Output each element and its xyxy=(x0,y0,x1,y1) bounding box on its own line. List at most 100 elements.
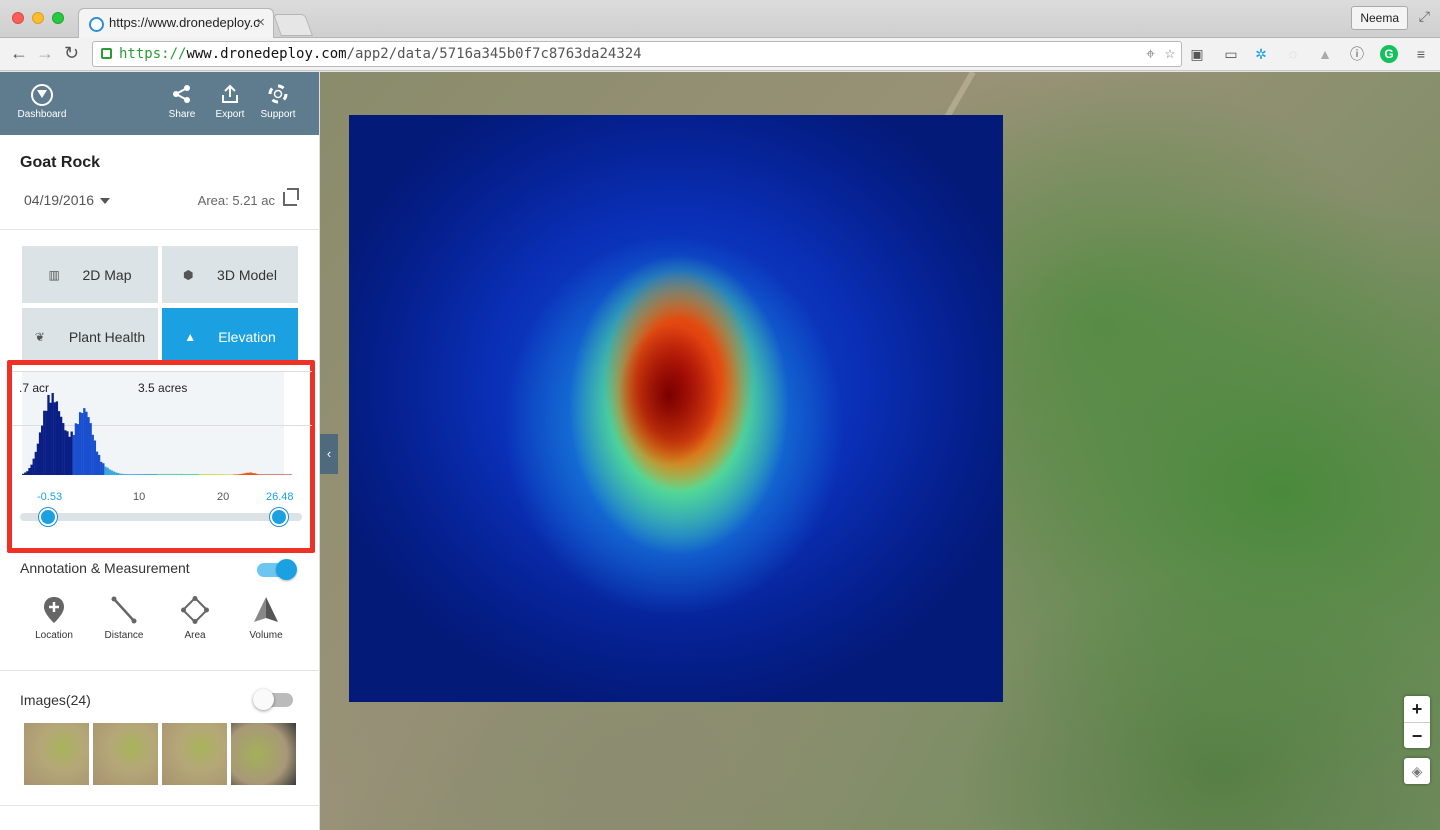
profile-button[interactable]: Neema xyxy=(1351,6,1408,30)
histogram-bar xyxy=(43,410,46,475)
zoom-in-button[interactable]: + xyxy=(1404,696,1430,722)
histogram-bar xyxy=(59,416,63,475)
histogram-bar xyxy=(66,431,69,475)
images-label: Images(24) xyxy=(20,692,91,708)
histogram-bar xyxy=(83,408,86,475)
histogram-bar xyxy=(78,412,82,475)
forward-icon[interactable]: → xyxy=(36,43,54,64)
date-select[interactable]: 04/19/2016 xyxy=(24,192,111,208)
histogram-bar xyxy=(140,474,143,475)
url-host: www.dronedeploy.com xyxy=(186,46,347,62)
project-title: Goat Rock xyxy=(20,154,101,171)
address-bar[interactable]: https://www.dronedeploy.com/app2/data/57… xyxy=(92,41,1182,67)
sidebar-header: Dashboard Share Export Support xyxy=(0,72,319,135)
histogram-bar xyxy=(245,472,248,475)
elevation-range-slider[interactable] xyxy=(20,513,302,521)
crop-icon[interactable] xyxy=(283,188,299,206)
info-icon[interactable]: ⓘ xyxy=(1348,45,1366,63)
volume-tool[interactable]: Volume xyxy=(236,596,296,641)
image-thumbnail[interactable] xyxy=(93,723,158,785)
location-tool[interactable]: Location xyxy=(24,596,84,641)
images-toggle[interactable] xyxy=(253,689,293,710)
histogram-bar xyxy=(190,474,194,475)
histogram-bar xyxy=(47,394,50,475)
close-tab-icon[interactable]: × xyxy=(256,14,265,31)
collapse-sidebar-button[interactable]: ‹ xyxy=(320,434,338,474)
image-thumbnail[interactable] xyxy=(162,723,227,785)
support-button[interactable]: Support xyxy=(258,84,298,120)
bookmark-star-icon[interactable]: ☆ xyxy=(1165,43,1175,63)
reload-icon[interactable]: ↻ xyxy=(64,43,79,64)
histogram-bar xyxy=(247,472,251,475)
histogram-bar xyxy=(287,474,291,475)
location-target-icon[interactable]: ⌖ xyxy=(1146,44,1155,64)
back-icon[interactable]: ← xyxy=(10,43,28,64)
cast-icon[interactable]: ▭ xyxy=(1222,45,1240,63)
histogram-bar xyxy=(222,474,225,475)
histogram-bar xyxy=(237,474,240,475)
histogram-bar xyxy=(135,474,139,475)
histogram-bar xyxy=(249,472,253,475)
histogram-bar xyxy=(26,471,29,475)
histogram-bar xyxy=(138,474,141,475)
histogram-bar xyxy=(194,474,198,475)
histogram-bar xyxy=(163,473,166,475)
histogram-bar xyxy=(161,473,164,475)
image-thumbnail[interactable] xyxy=(24,723,89,785)
browser-tab[interactable]: https://www.dronedeploy.c × xyxy=(78,8,274,38)
view-3d-model-button[interactable]: ⬢ 3D Model xyxy=(162,246,298,303)
view-elevation-button[interactable]: ▲ Elevation xyxy=(162,308,298,365)
new-tab-button[interactable] xyxy=(272,14,314,36)
view-2d-map-button[interactable]: ▥ 2D Map xyxy=(22,246,158,303)
histogram-bar xyxy=(62,423,65,475)
dashboard-icon xyxy=(31,84,53,106)
histogram-bar xyxy=(34,451,37,475)
divider xyxy=(0,229,320,230)
support-label: Support xyxy=(260,109,296,120)
image-thumbnail[interactable] xyxy=(231,723,296,785)
menu-icon[interactable]: ≡ xyxy=(1412,45,1430,63)
caret-down-icon xyxy=(100,198,111,205)
histogram-bar xyxy=(260,474,263,475)
histogram-bar xyxy=(81,413,84,475)
angular-icon[interactable]: ▲ xyxy=(1316,45,1334,63)
distance-tool[interactable]: Distance xyxy=(94,596,154,641)
close-window-button[interactable] xyxy=(12,12,24,24)
extension-circle-icon[interactable]: ◌ xyxy=(1284,45,1302,63)
area-tool[interactable]: Area xyxy=(165,596,225,641)
map-view[interactable]: ‹ + − ◈ xyxy=(320,72,1440,830)
slider-min-handle[interactable] xyxy=(39,508,57,526)
minimize-window-button[interactable] xyxy=(32,12,44,24)
share-button[interactable]: Share xyxy=(166,84,198,120)
extension-truck-icon[interactable]: ▣ xyxy=(1188,45,1206,63)
divider xyxy=(0,805,320,806)
lifebuoy-icon xyxy=(258,84,298,106)
histogram-bar xyxy=(110,470,113,475)
annotation-toggle[interactable] xyxy=(257,559,297,580)
histogram-bar xyxy=(154,474,158,475)
maximize-window-button[interactable] xyxy=(52,12,64,24)
extension-network-icon[interactable]: ✲ xyxy=(1252,45,1270,63)
leaf-icon: ❦ xyxy=(34,329,45,344)
dronedeploy-favicon-icon xyxy=(89,17,104,32)
export-icon xyxy=(212,84,248,106)
histogram-bar xyxy=(87,417,90,475)
dashboard-button[interactable]: Dashboard xyxy=(16,84,68,120)
histogram-bar xyxy=(254,473,257,475)
fullscreen-icon[interactable]: ⤢ xyxy=(1419,8,1430,25)
layers-icon[interactable]: ◈ xyxy=(1404,758,1430,784)
histogram-bar xyxy=(108,469,111,475)
histogram-bar xyxy=(251,473,255,475)
view-3d-model-label: 3D Model xyxy=(217,266,277,283)
share-label: Share xyxy=(168,109,196,120)
annotation-label: Annotation & Measurement xyxy=(20,560,190,576)
histogram-bar xyxy=(146,474,149,475)
view-plant-health-button[interactable]: ❦ Plant Health xyxy=(22,308,158,365)
zoom-out-button[interactable]: − xyxy=(1404,722,1430,748)
histogram-bar xyxy=(239,474,242,475)
slider-max-handle[interactable] xyxy=(270,508,288,526)
export-button[interactable]: Export xyxy=(212,84,248,120)
grammarly-icon[interactable]: G xyxy=(1380,45,1398,63)
histogram-bar xyxy=(72,434,75,475)
histogram-gridline xyxy=(12,371,312,372)
